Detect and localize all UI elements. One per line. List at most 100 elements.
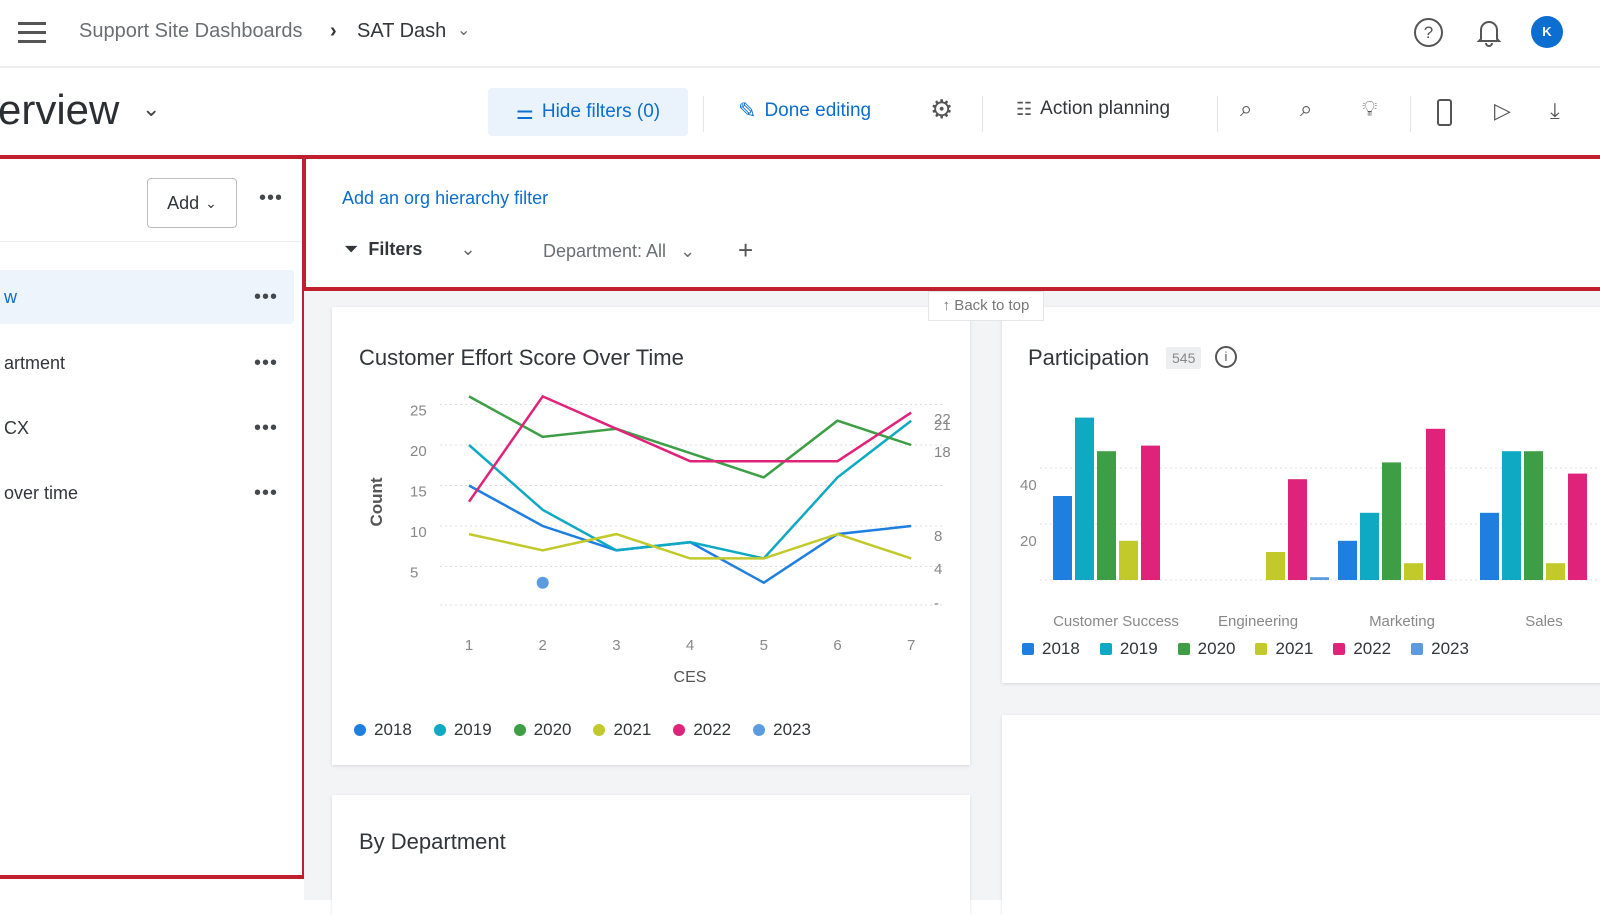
legend-label: 2019 [453, 720, 492, 739]
gear-icon[interactable]: ⚙ [930, 94, 953, 125]
x-tick-label: 4 [686, 637, 694, 654]
breadcrumb-separator: › [330, 20, 337, 42]
lightbulb-icon[interactable]: 💡︎ [1362, 96, 1377, 122]
more-options-icon[interactable]: ••• [254, 417, 278, 440]
legend-item-2021[interactable]: 2021 [593, 720, 651, 740]
legend-swatch [753, 724, 766, 736]
divider [0, 241, 302, 242]
legend-label: 2023 [773, 720, 811, 739]
divider [982, 96, 983, 132]
end-value-label: 21 [934, 417, 951, 434]
more-options-icon[interactable]: ••• [254, 286, 278, 309]
back-to-top-button[interactable]: ↑ Back to top [928, 291, 1044, 321]
legend-item-2023[interactable]: 2023 [753, 720, 811, 740]
data-point-2023 [536, 576, 549, 589]
y-tick-label: 20 [1020, 533, 1037, 550]
chevron-down-icon[interactable]: ⌄ [457, 20, 470, 40]
add-label: Add [167, 192, 200, 213]
legend-swatch [673, 724, 686, 736]
dashboard-toolbar: erview ⌄ ⚌ Hide filters (0) ✎ Done editi… [0, 68, 1600, 158]
legend-swatch [354, 724, 366, 736]
category-label: Customer Success [1053, 613, 1179, 630]
search-analysis-icon[interactable]: ⌕ [1300, 96, 1312, 122]
y-tick-label: 5 [410, 565, 418, 582]
action-planning-button[interactable]: ☷ Action planning [1016, 98, 1170, 120]
pages-sidebar: Add ⌄ ••• w ••• artment ••• CX ••• over t… [0, 155, 306, 879]
add-org-hierarchy-filter-link[interactable]: Add an org hierarchy filter [342, 188, 548, 209]
legend-label: 2019 [1119, 639, 1158, 658]
legend-item-2021[interactable]: 2021 [1255, 639, 1313, 659]
x-axis-label: CES [674, 669, 707, 686]
legend-swatch [1177, 643, 1190, 655]
x-tick-label: 3 [612, 637, 620, 654]
by-department-card: By Department [332, 795, 970, 915]
y-tick-label: 25 [410, 403, 427, 420]
participation-bar-chart: 20 40 Customer Success Engineering Marketing… [1020, 417, 1600, 630]
department-filter[interactable]: Department: All ⌄ [543, 241, 695, 262]
legend-item-2018[interactable]: 2018 [354, 720, 412, 740]
legend-item-2019[interactable]: 2019 [433, 720, 492, 740]
chart-legend: 2018 2019 2020 2021 2022 2023 [354, 720, 811, 740]
sidebar-item-label: over time [4, 482, 79, 503]
chart-legend: 2018 2019 2020 2021 2022 2023 [1022, 639, 1469, 659]
mobile-preview-icon[interactable] [1437, 99, 1452, 126]
menu-icon[interactable] [18, 22, 46, 44]
filters-dropdown[interactable]: ⏷ Filters ⌄ [344, 239, 476, 260]
end-value-label: 4 [934, 561, 942, 578]
legend-item-2022[interactable]: 2022 [673, 720, 731, 740]
more-options-icon[interactable]: ••• [259, 187, 283, 210]
sidebar-item-over-time[interactable]: over time ••• [0, 466, 294, 520]
filters-label: Filters [368, 239, 423, 259]
bar-customer-success-2019 [1075, 417, 1094, 580]
add-page-button[interactable]: Add ⌄ [147, 178, 237, 228]
bar-marketing-2021 [1404, 563, 1423, 580]
filter-sliders-icon: ⚌ [515, 101, 534, 124]
help-icon[interactable]: ? [1414, 18, 1443, 47]
legend-label: 2023 [1431, 639, 1469, 658]
breadcrumb-current[interactable]: SAT Dash [357, 20, 446, 43]
info-icon[interactable]: i [1215, 346, 1237, 368]
bar-sales-2020 [1524, 451, 1543, 580]
chart-title: Participation [1028, 345, 1150, 370]
category-label: Sales [1525, 613, 1563, 630]
page-title: erview [0, 86, 120, 133]
x-tick-label: 2 [539, 637, 547, 654]
legend-item-2022[interactable]: 2022 [1333, 639, 1391, 659]
x-tick-label: 1 [465, 637, 473, 654]
more-options-icon[interactable]: ••• [254, 482, 278, 505]
sidebar-item-department[interactable]: artment ••• [0, 336, 294, 390]
legend-item-2020[interactable]: 2020 [1177, 639, 1235, 659]
legend-swatch [1022, 643, 1034, 655]
y-tick-label: 10 [410, 524, 427, 541]
bell-icon[interactable] [1475, 17, 1503, 47]
legend-item-2023[interactable]: 2023 [1411, 639, 1469, 659]
breadcrumb-parent[interactable]: Support Site Dashboards [79, 20, 302, 43]
page-chevron-down-icon[interactable]: ⌄ [142, 96, 160, 122]
legend-label: 2018 [1042, 639, 1080, 658]
download-icon[interactable]: ⤓ [1550, 98, 1560, 124]
legend-label: 2018 [374, 720, 412, 739]
bar-marketing-2020 [1382, 462, 1401, 580]
category-label: Marketing [1369, 613, 1435, 630]
empty-card [1002, 715, 1600, 915]
bar-sales-2022 [1568, 473, 1587, 580]
x-tick-label: 6 [833, 637, 841, 654]
participation-count-badge: 545 [1166, 347, 1202, 369]
play-icon[interactable]: ▷ [1494, 98, 1511, 124]
search-insights-icon[interactable]: ⌕ [1240, 96, 1252, 122]
series-line-2018 [468, 484, 912, 585]
end-value-label: 18 [934, 444, 951, 461]
add-filter-plus-icon[interactable]: + [738, 235, 753, 266]
hide-filters-button[interactable]: ⚌ Hide filters (0) [488, 88, 688, 136]
department-filter-label: Department: All [543, 241, 667, 261]
funnel-icon: ⏷ [344, 239, 359, 259]
done-editing-button[interactable]: ✎ Done editing [738, 98, 871, 124]
legend-item-2019[interactable]: 2019 [1099, 639, 1158, 659]
sidebar-item-overview[interactable]: w ••• [0, 270, 294, 324]
more-options-icon[interactable]: ••• [254, 352, 278, 375]
legend-item-2020[interactable]: 2020 [513, 720, 571, 740]
legend-item-2018[interactable]: 2018 [1022, 639, 1080, 659]
avatar[interactable]: K [1531, 16, 1563, 48]
sidebar-item-cx[interactable]: CX ••• [0, 401, 294, 455]
legend-label: 2021 [1275, 639, 1314, 658]
